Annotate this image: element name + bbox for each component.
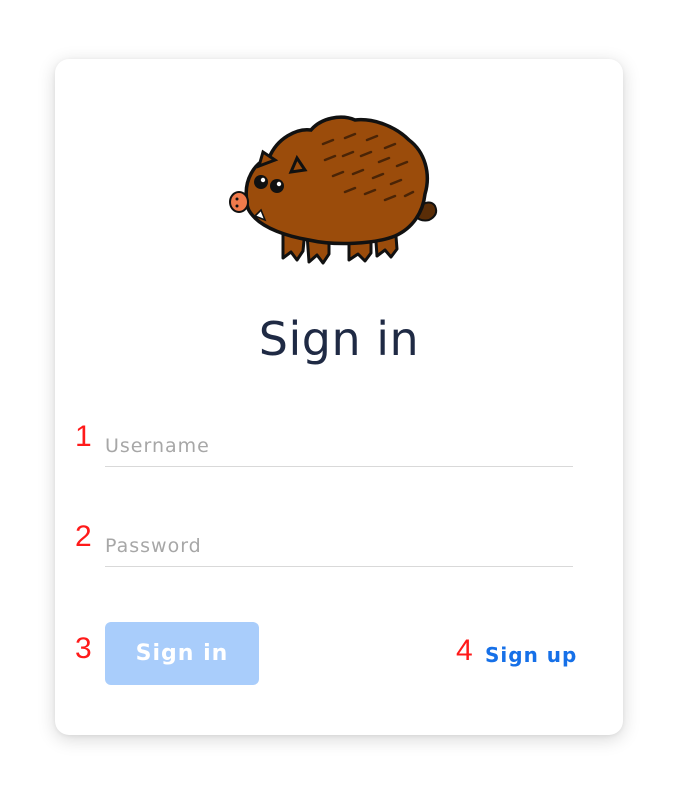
annotation-marker-3: 3: [75, 632, 92, 665]
boar-mascot-icon: [229, 115, 438, 265]
sign-in-button[interactable]: Sign in: [105, 622, 259, 685]
annotation-marker-1: 1: [75, 420, 92, 453]
username-input[interactable]: [105, 422, 573, 467]
annotation-marker-4: 4: [456, 634, 473, 667]
annotation-marker-2: 2: [75, 520, 92, 553]
sign-up-link[interactable]: Sign up: [485, 643, 577, 667]
page-title: Sign in: [258, 312, 420, 366]
password-input[interactable]: [105, 522, 573, 567]
